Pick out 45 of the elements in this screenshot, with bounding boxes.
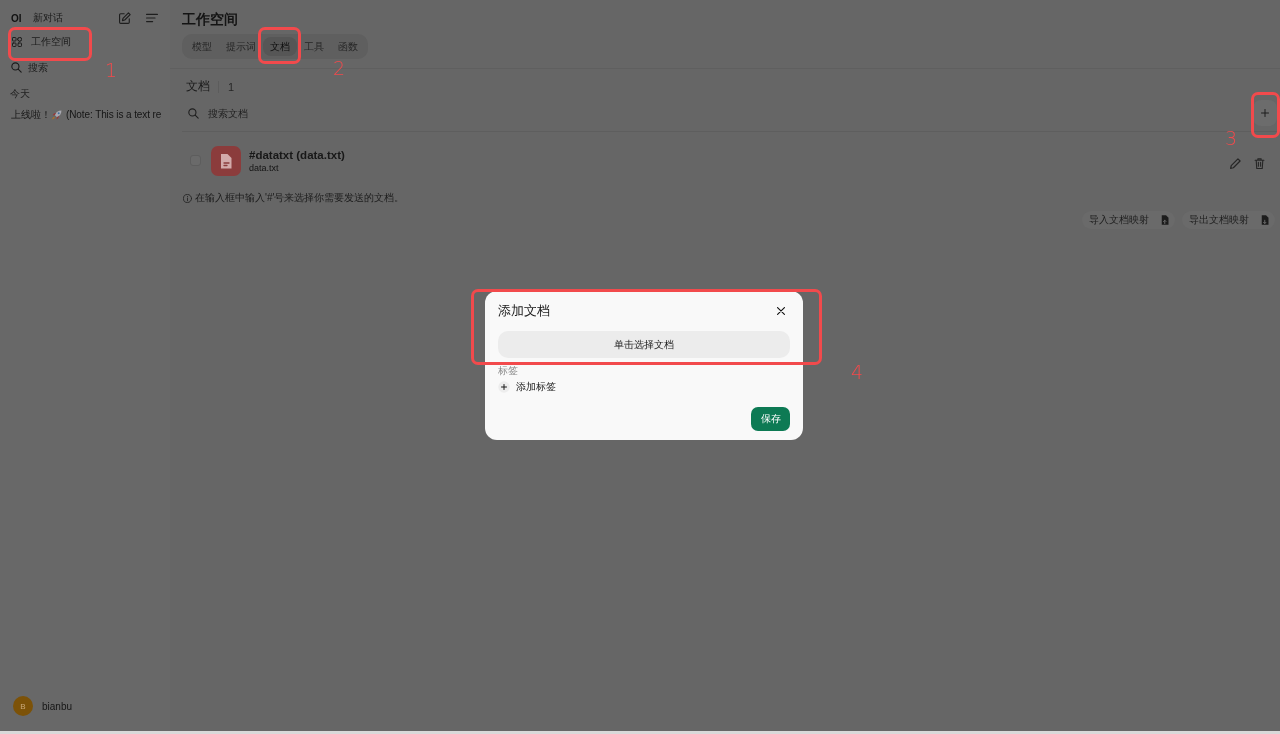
file-upload-icon bbox=[1161, 215, 1169, 225]
user-avatar: B bbox=[13, 696, 33, 716]
highlight-frame bbox=[258, 27, 301, 64]
search-icon bbox=[11, 61, 22, 73]
highlight-frame bbox=[1251, 92, 1280, 138]
field-label: 标签 bbox=[498, 365, 518, 377]
search-icon bbox=[188, 107, 199, 119]
grid-icon bbox=[12, 37, 22, 47]
file-download-icon bbox=[1261, 215, 1269, 225]
add-document-button[interactable] bbox=[1253, 100, 1277, 126]
hint-text: 在输入框中输入'#'号来选择你需要发送的文档。 bbox=[195, 192, 405, 204]
close-icon bbox=[777, 307, 785, 315]
plus-icon bbox=[498, 381, 510, 393]
dialog-title: 添加文档 bbox=[498, 302, 550, 320]
import-button[interactable]: 导入文档映射 bbox=[1082, 211, 1175, 229]
user-menu-button[interactable]: B bianbu bbox=[0, 696, 73, 731]
save-button[interactable]: 保存 bbox=[751, 407, 790, 431]
page-title: 工作空间 bbox=[182, 11, 239, 28]
document-count: 1 bbox=[228, 80, 235, 93]
pencil-icon[interactable] bbox=[1230, 158, 1241, 169]
rocket-icon bbox=[52, 109, 62, 120]
annotation-number: 1 bbox=[105, 61, 118, 80]
info-icon bbox=[183, 193, 192, 203]
trash-icon[interactable] bbox=[1254, 158, 1265, 169]
tab[interactable]: 文档 bbox=[263, 37, 297, 56]
document-title[interactable]: #datatxt (data.txt) bbox=[249, 147, 345, 162]
close-button[interactable] bbox=[774, 304, 788, 318]
file-name: data.txt bbox=[249, 162, 279, 174]
menu-icon[interactable] bbox=[146, 12, 158, 24]
workspace-link[interactable]: 工作空间 bbox=[0, 34, 71, 50]
export-button[interactable]: 导出文档映射 bbox=[1182, 211, 1275, 229]
annotation-number: 3 bbox=[1225, 129, 1238, 148]
section-title: 文档 bbox=[186, 78, 210, 95]
annotation-number: 4 bbox=[851, 363, 864, 382]
app-logo: OI bbox=[11, 12, 23, 24]
choose-file-button[interactable]: 单击选择文档 bbox=[498, 331, 790, 358]
add-tag-button[interactable]: 添加标签 bbox=[498, 380, 556, 394]
document-icon bbox=[211, 145, 241, 176]
annotation-number: 2 bbox=[333, 59, 346, 78]
edit-icon[interactable] bbox=[119, 12, 131, 24]
search-field[interactable]: 搜索 bbox=[28, 60, 68, 74]
section-heading: 今天 bbox=[9, 88, 30, 100]
new-chat-link[interactable]: 新对话 bbox=[33, 11, 104, 25]
plus-icon bbox=[1261, 109, 1269, 117]
search-field[interactable]: 搜索文档 bbox=[208, 106, 408, 120]
